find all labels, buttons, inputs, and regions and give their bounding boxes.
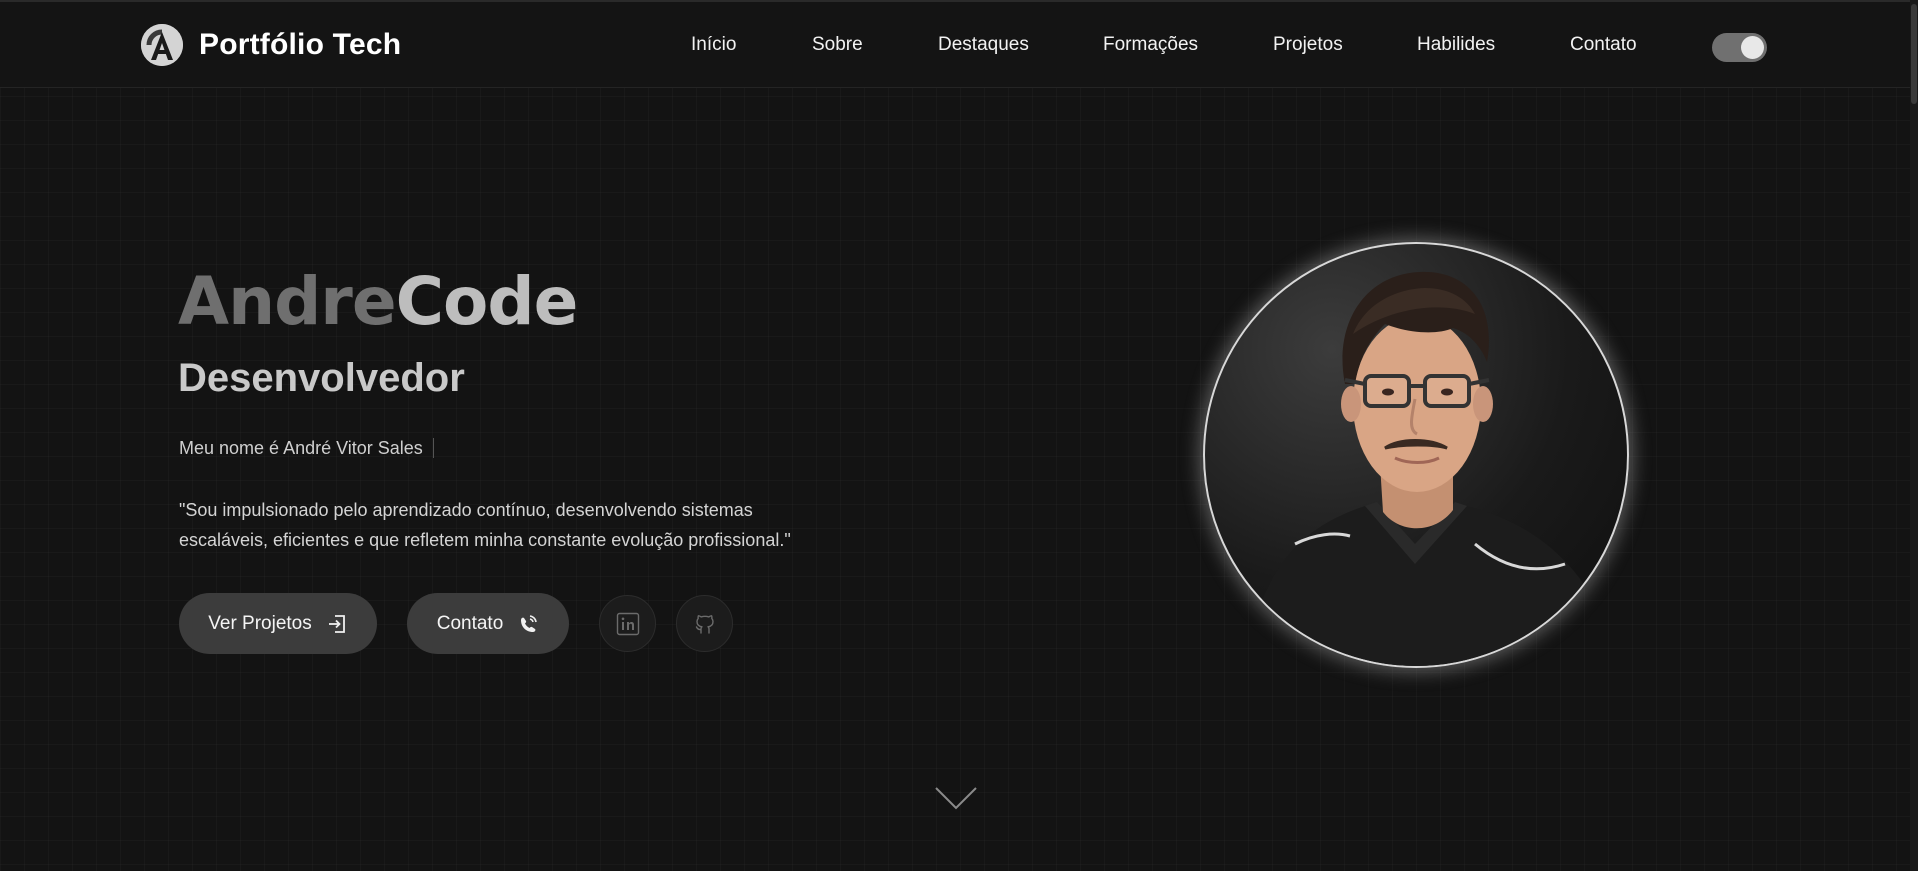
nav-destaques[interactable]: Destaques (938, 34, 1029, 56)
hero-name-part2: Code (395, 263, 579, 340)
phone-icon (517, 613, 539, 635)
hero-intro-text: Meu nome é André Vitor Sales (179, 438, 423, 458)
scroll-down-chevron-icon[interactable] (934, 786, 978, 817)
nav-sobre[interactable]: Sobre (812, 34, 863, 56)
nav-inicio[interactable]: Início (691, 34, 736, 56)
main-nav: Início Sobre Destaques Formações Projeto… (0, 34, 1918, 60)
linkedin-button[interactable] (599, 595, 656, 652)
hero-intro: Meu nome é André Vitor Sales (179, 438, 434, 459)
theme-toggle[interactable] (1712, 33, 1767, 62)
view-projects-label: Ver Projetos (208, 612, 312, 634)
hero-name-part1: Andre (178, 263, 397, 340)
linkedin-icon (616, 612, 639, 635)
nav-projetos[interactable]: Projetos (1273, 34, 1343, 56)
hero-quote: "Sou impulsionado pelo aprendizado contí… (179, 500, 791, 550)
page-scrollbar[interactable] (1910, 0, 1918, 871)
github-icon (695, 614, 714, 634)
github-button[interactable] (676, 595, 733, 652)
theme-toggle-knob (1741, 36, 1764, 59)
enter-icon (326, 613, 348, 635)
nav-formacoes[interactable]: Formações (1103, 34, 1198, 56)
page: Portfólio Tech Início Sobre Destaques Fo… (0, 0, 1918, 871)
contact-button-label: Contato (436, 612, 504, 634)
typing-caret (432, 438, 434, 458)
profile-photo (1203, 242, 1629, 668)
view-projects-button[interactable]: Ver Projetos (179, 593, 377, 654)
nav-habilidades[interactable]: Habilides (1417, 34, 1495, 56)
contact-button[interactable]: Contato (407, 593, 569, 654)
top-navbar: Portfólio Tech Início Sobre Destaques Fo… (0, 0, 1918, 88)
scrollbar-thumb[interactable] (1911, 4, 1917, 104)
hero-role: Desenvolvedor (178, 356, 465, 400)
hero-name: AndreCode (178, 262, 579, 342)
nav-contato[interactable]: Contato (1570, 34, 1637, 56)
